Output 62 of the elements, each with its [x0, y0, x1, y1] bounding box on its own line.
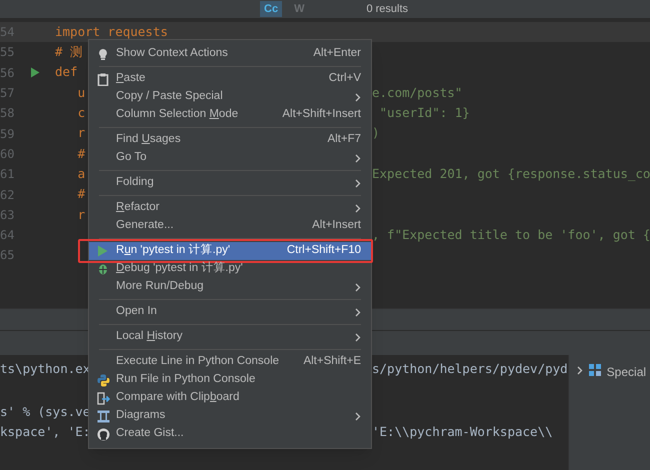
- menu-item[interactable]: Go To: [89, 149, 371, 167]
- menu-item[interactable]: Diagrams: [89, 407, 371, 425]
- code-text: #: [76, 146, 86, 161]
- menu-item[interactable]: Paste Ctrl+V: [89, 70, 371, 88]
- console-text: s/python/helpers/pydev/pyd: [372, 360, 568, 378]
- line-number: 63: [0, 208, 16, 221]
- menu-item[interactable]: Find Usages Alt+F7: [89, 131, 371, 149]
- console-text: 'E:\\pychram-Workspace\\: [372, 422, 553, 441]
- console-text: ts\python.ex: [0, 360, 90, 376]
- code-text: a: [76, 166, 86, 181]
- run-gutter-icon[interactable]: [30, 67, 40, 78]
- menu-item[interactable]: Show Context Actions Alt+Enter: [89, 45, 371, 63]
- line-number: 55: [0, 46, 16, 58]
- play-icon: [97, 245, 108, 257]
- code-text: # 测: [55, 44, 84, 60]
- grid-icon: [588, 364, 601, 376]
- results-count: 0 results: [366, 2, 408, 17]
- menu-item[interactable]: Run File in Python Console: [89, 371, 371, 389]
- menu-item[interactable]: Compare with Clipboard: [89, 389, 371, 407]
- code-text: #: [76, 186, 86, 202]
- menu-item[interactable]: More Run/Debug: [89, 278, 371, 296]
- code-text: , f"Expected title to be 'foo', got {: [372, 228, 650, 242]
- menu-item[interactable]: Refactor: [89, 199, 371, 217]
- menu-item[interactable]: Generate... Alt+Insert: [89, 217, 371, 235]
- compare-icon: [97, 392, 110, 404]
- line-number: 65: [0, 249, 16, 262]
- menu-item[interactable]: Execute Line in Python Console Alt+Shift+E: [89, 353, 371, 371]
- menu-item[interactable]: Run 'pytest in 计算.py' Ctrl+Shift+F10: [89, 242, 371, 260]
- line-number: 56: [0, 66, 16, 79]
- code-text: import requests: [55, 24, 168, 39]
- chevron-icon[interactable]: [576, 366, 583, 375]
- console-text: kspace', 'E:: [0, 424, 90, 439]
- line-number: 62: [0, 188, 16, 201]
- line-number: 61: [0, 168, 16, 180]
- code-text: def: [55, 64, 78, 80]
- diagram-icon: [97, 410, 110, 422]
- line-number: 57: [0, 87, 16, 100]
- code-text: e.com/posts": [372, 86, 462, 100]
- menu-item[interactable]: Create Gist...: [89, 425, 371, 443]
- panel-label: Special: [606, 364, 646, 381]
- code-text: r: [76, 125, 86, 140]
- code-text: ): [372, 127, 380, 140]
- match-case-toggle[interactable]: Cc: [260, 0, 282, 18]
- github-icon: [97, 428, 110, 440]
- menu-item[interactable]: Column Selection Mode Alt+Shift+Insert: [89, 106, 371, 124]
- line-number: 60: [0, 148, 16, 160]
- line-number: 59: [0, 128, 16, 140]
- code-text: "userId": 1}: [378, 107, 470, 120]
- python-logo-icon: [97, 374, 110, 386]
- code-text: u: [76, 84, 86, 100]
- menu-item[interactable]: Copy / Paste Special: [89, 88, 371, 106]
- bug-icon: [97, 263, 109, 275]
- menu-item[interactable]: Open In: [89, 303, 371, 321]
- line-number: 58: [0, 107, 16, 120]
- code-text: r: [76, 206, 86, 222]
- clipboard-icon: [97, 72, 109, 86]
- menu-item[interactable]: Folding: [89, 174, 371, 192]
- menu-item[interactable]: Debug 'pytest in 计算.py': [89, 260, 371, 278]
- code-text: c: [76, 105, 86, 120]
- lightbulb-icon: [97, 48, 109, 60]
- code-text: Expected 201, got {response.status_co: [372, 168, 650, 180]
- line-number: 64: [0, 229, 16, 242]
